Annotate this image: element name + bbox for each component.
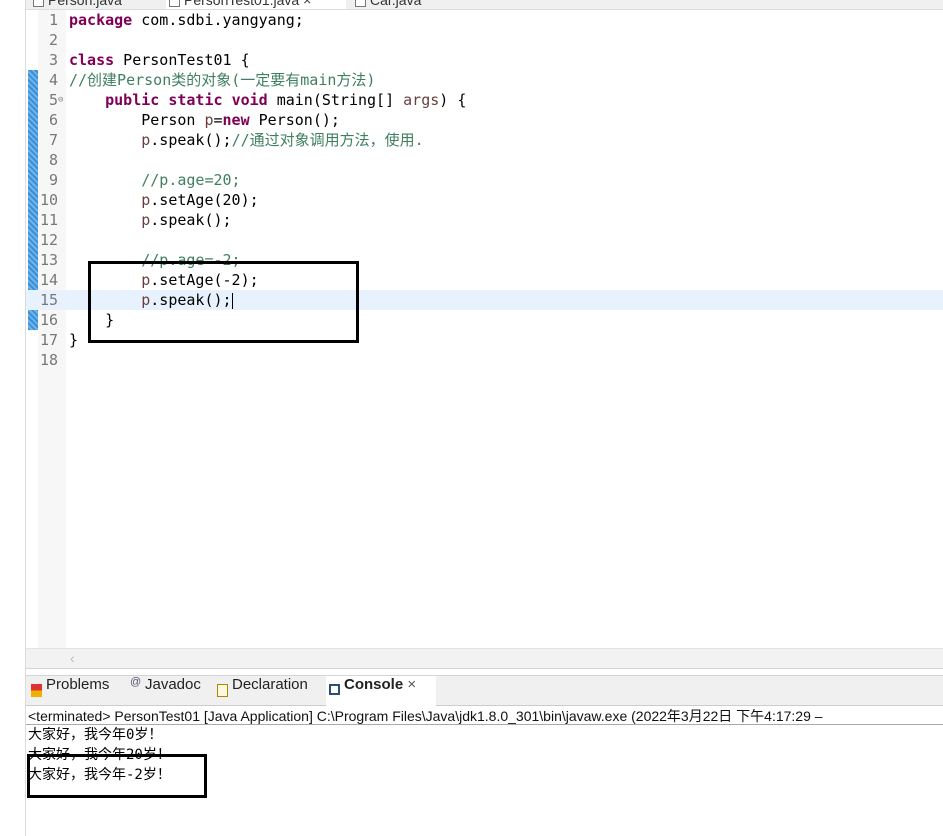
- console-line: 大家好，我今年0岁！: [28, 727, 163, 743]
- code-line[interactable]: 6 Person p=new Person();: [26, 110, 943, 130]
- line-number: 9: [48, 171, 58, 189]
- code-text: //p.age=20;: [141, 171, 241, 189]
- code-text: //创建Person类的对象(一定要有main方法): [69, 71, 376, 89]
- java-file-icon: [355, 0, 366, 7]
- code-text: }: [69, 331, 79, 349]
- line-number: 10: [39, 191, 58, 209]
- tab-car-java[interactable]: Car.java: [352, 0, 462, 9]
- code-line[interactable]: 11 p.speak();: [26, 210, 943, 230]
- problems-icon: [31, 684, 42, 697]
- line-number: 13: [39, 251, 58, 269]
- close-icon[interactable]: ×: [407, 676, 416, 693]
- annotation-box-output: [27, 754, 207, 798]
- code-text: package com.sdbi.yangyang;: [69, 11, 304, 29]
- code-text: public static void main(String[] args) {: [105, 91, 467, 109]
- left-trim: [0, 0, 26, 836]
- line-number: 11: [39, 211, 58, 229]
- annotation-box-code: [88, 261, 359, 343]
- tab-persontest01-java[interactable]: PersonTest01.java ×: [166, 0, 346, 9]
- code-line[interactable]: 5 ⊖ public static void main(String[] args…: [26, 90, 943, 110]
- code-text: class PersonTest01 {: [69, 51, 250, 69]
- panel-tab-bar: Problems @ Javadoc Declaration Console ×: [26, 676, 943, 706]
- code-line[interactable]: 2: [26, 30, 943, 50]
- code-text: p.setAge(20);: [141, 191, 259, 209]
- code-line[interactable]: 1 package com.sdbi.yangyang;: [26, 10, 943, 30]
- at-icon: @: [130, 676, 142, 688]
- line-number: 1: [48, 11, 58, 29]
- code-line[interactable]: 7 p.speak();//通过对象调用方法，使用.: [26, 130, 943, 150]
- code-line[interactable]: 10 p.setAge(20);: [26, 190, 943, 210]
- code-line[interactable]: 9 //p.age=20;: [26, 170, 943, 190]
- line-number: 7: [48, 131, 58, 149]
- code-text: p.speak();//通过对象调用方法，使用.: [141, 131, 424, 149]
- code-line[interactable]: 18: [26, 350, 943, 370]
- line-number: 6: [48, 111, 58, 129]
- code-line[interactable]: 4 //创建Person类的对象(一定要有main方法): [26, 70, 943, 90]
- tab-problems[interactable]: Problems: [28, 676, 109, 706]
- editor-tab-bar: Person.java PersonTest01.java × Car.java: [26, 0, 943, 10]
- tab-person-java[interactable]: Person.java: [30, 0, 160, 9]
- code-text: p.speak();: [141, 211, 232, 229]
- java-file-icon: [169, 0, 180, 7]
- code-line[interactable]: 3 class PersonTest01 {: [26, 50, 943, 70]
- declaration-icon: [217, 684, 228, 697]
- console-header: <terminated> PersonTest01 [Java Applicat…: [26, 706, 943, 725]
- fold-icon[interactable]: ⊖: [58, 90, 63, 110]
- tab-javadoc[interactable]: @ Javadoc: [127, 676, 201, 706]
- java-file-icon: [33, 0, 44, 7]
- line-number: 12: [39, 231, 58, 249]
- code-line[interactable]: 8: [26, 150, 943, 170]
- tab-console[interactable]: Console ×: [326, 676, 436, 706]
- line-number: 2: [48, 31, 58, 49]
- horizontal-scrollbar[interactable]: ‹: [26, 648, 943, 669]
- line-number: 17: [39, 331, 58, 349]
- tab-declaration[interactable]: Declaration: [214, 676, 308, 706]
- scroll-left-icon[interactable]: ‹: [70, 650, 75, 666]
- console-icon: [329, 684, 340, 695]
- line-number: 3: [48, 51, 58, 69]
- line-number: 14: [39, 271, 58, 289]
- line-number: 8: [48, 151, 58, 169]
- line-number: 16: [39, 311, 58, 329]
- code-line[interactable]: 12: [26, 230, 943, 250]
- line-number: 4: [48, 71, 58, 89]
- line-number: 5: [48, 91, 58, 109]
- close-icon[interactable]: ×: [303, 0, 311, 8]
- line-number: 18: [39, 351, 58, 369]
- code-text: Person p=new Person();: [69, 111, 340, 129]
- line-number: 15: [39, 291, 58, 309]
